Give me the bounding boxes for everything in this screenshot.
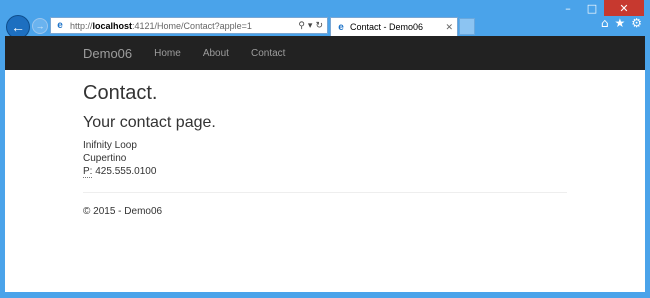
ie-icon: e (57, 20, 63, 31)
nav-link-contact[interactable]: Contact (251, 48, 285, 59)
nav-link-home[interactable]: Home (154, 48, 181, 59)
new-tab-button[interactable] (459, 18, 475, 35)
footer-copyright: © 2015 - Demo06 (83, 206, 163, 217)
address-bar-icons: ⚲ ▾ ↻ (298, 20, 327, 31)
browser-toolbar: ← → e http://localhost:4121/Home/Contact… (0, 15, 650, 39)
page-viewport: Demo06 Home About Contact Contact. Your … (5, 36, 645, 292)
window-caption-buttons: – □ ✕ (556, 0, 644, 16)
contact-address: Inifnity Loop Cupertino P: 425.555.0100 (83, 139, 567, 178)
close-tab-icon[interactable]: ✕ (445, 22, 453, 33)
body-content: Contact. Your contact page. Inifnity Loo… (5, 82, 645, 217)
phone-line: P: 425.555.0100 (83, 165, 567, 178)
url-path: :4121/Home/Contact?apple=1 (132, 20, 252, 31)
browser-tools: ⌂ ★ ⚙ (601, 16, 642, 30)
nav-link-about[interactable]: About (203, 48, 229, 59)
dropdown-icon[interactable]: ▾ (308, 20, 313, 31)
site-navbar: Demo06 Home About Contact (5, 36, 645, 70)
page-title: Contact. (83, 82, 158, 104)
favorites-icon[interactable]: ★ (614, 16, 625, 30)
settings-icon[interactable]: ⚙ (631, 16, 642, 30)
page-subtitle: Your contact page. (83, 114, 216, 131)
home-icon[interactable]: ⌂ (601, 16, 609, 30)
address-bar[interactable]: e http://localhost:4121/Home/Contact?app… (50, 17, 328, 34)
address-line-2: Cupertino (83, 153, 127, 164)
phone-number: 425.555.0100 (95, 166, 157, 177)
maximize-button[interactable]: □ (580, 0, 604, 16)
minimize-button[interactable]: – (556, 0, 580, 16)
footer-divider (83, 192, 567, 193)
close-window-button[interactable]: ✕ (604, 0, 644, 16)
search-icon[interactable]: ⚲ (298, 20, 305, 31)
address-line-1: Inifnity Loop (83, 140, 137, 151)
url-prefix: http:// (70, 20, 93, 31)
tab-contact[interactable]: e Contact - Demo06 ✕ (330, 17, 458, 36)
brand-link[interactable]: Demo06 (83, 46, 132, 61)
url-host: localhost (92, 20, 133, 31)
forward-icon[interactable]: → (32, 18, 48, 34)
browser-window: – □ ✕ ← → e http://localhost:4121/Home/C… (0, 0, 650, 298)
tab-title: Contact - Demo06 (350, 22, 424, 32)
ie-icon: e (338, 21, 344, 33)
phone-label: P: (83, 166, 93, 178)
refresh-icon[interactable]: ↻ (315, 20, 323, 31)
